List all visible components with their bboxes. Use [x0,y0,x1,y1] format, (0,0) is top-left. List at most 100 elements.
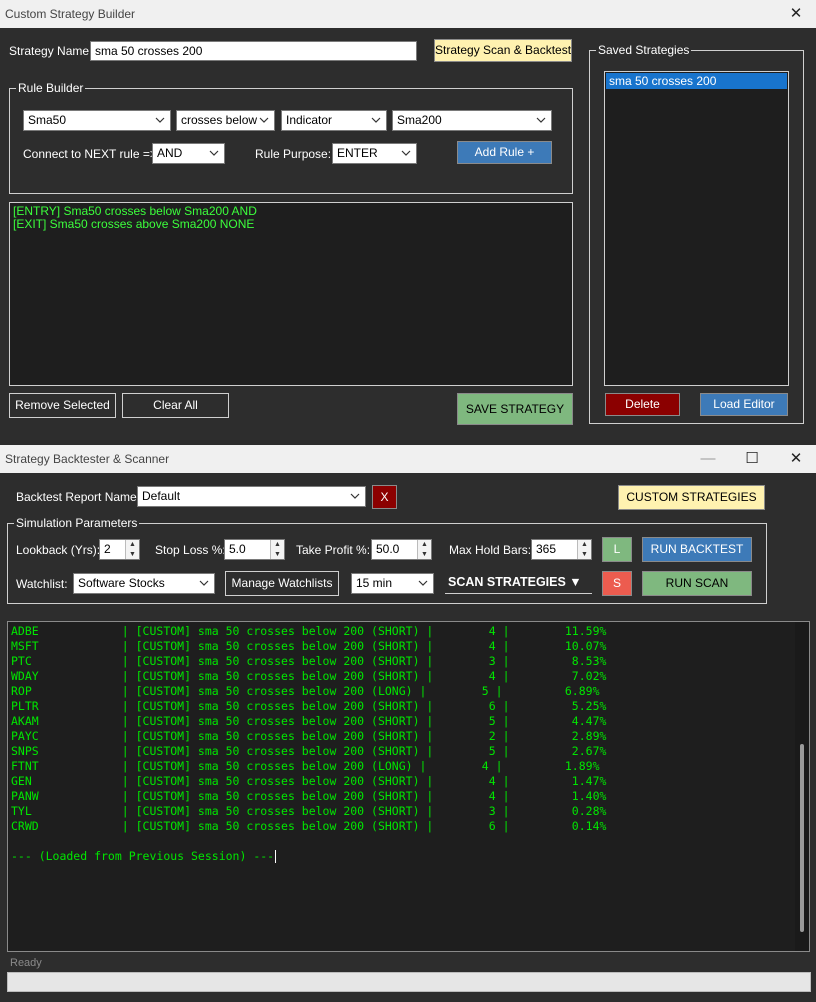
result-row: TYL | [CUSTOM] sma 50 crosses below 200 … [11,804,607,818]
stop-loss-stepper[interactable]: 5.0 ▲ ▼ [224,539,285,560]
lookback-value: 2 [104,542,111,556]
manage-watchlists-button[interactable]: Manage Watchlists [225,571,339,596]
operator-select[interactable]: crosses below [176,110,275,131]
rule-item[interactable]: [EXIT] Sma50 crosses above Sma200 NONE [13,218,569,231]
connect-select[interactable]: AND [152,143,225,164]
minimize-icon[interactable]: — [688,445,728,473]
spin-up-icon[interactable]: ▲ [578,540,591,550]
max-hold-value: 365 [536,542,557,556]
chevron-down-icon [209,150,219,156]
delete-button[interactable]: Delete [605,393,680,416]
stop-loss-value: 5.0 [229,542,246,556]
spin-buttons[interactable]: ▲ ▼ [577,540,591,559]
delete-report-button[interactable]: X [372,485,397,509]
interval-value: 15 min [356,576,393,590]
long-toggle-button[interactable]: L [602,537,632,562]
compare-type-value: Indicator [286,113,333,127]
chevron-down-icon [536,117,546,123]
purpose-label: Rule Purpose: [255,147,332,161]
saved-strategies-list[interactable]: sma 50 crosses 200 [604,71,789,386]
report-name-value: Default [142,489,181,503]
simulation-parameters-legend: Simulation Parameters [14,516,140,530]
blank-row [11,834,791,849]
compare-type-select[interactable]: Indicator [281,110,387,131]
rule-builder-legend: Rule Builder [16,81,86,95]
left-indicator-value: Sma50 [28,113,67,127]
clear-all-button[interactable]: Clear All [122,393,229,418]
spin-down-icon[interactable]: ▼ [126,550,139,560]
chevron-down-icon [418,580,428,586]
chevron-down-icon [350,493,360,499]
status-text: Ready [10,957,42,969]
run-backtest-button[interactable]: RUN BACKTEST [642,537,752,562]
lookback-stepper[interactable]: 2 ▲ ▼ [99,539,140,560]
session-note: --- (Loaded from Previous Session) --- [11,849,277,863]
right-indicator-select[interactable]: Sma200 [392,110,552,131]
chevron-down-icon [259,117,269,123]
chevron-down-icon [401,150,411,156]
left-indicator-select[interactable]: Sma50 [23,110,171,131]
close-icon[interactable]: ✕ [776,445,816,473]
chevron-down-icon [371,117,381,123]
watchlist-label: Watchlist: [16,577,68,591]
scan-strategies-dropdown[interactable]: SCAN STRATEGIES ▼ [445,572,592,594]
strategy-scan-backtest-button[interactable]: Strategy Scan & Backtest [434,39,572,62]
spin-up-icon[interactable]: ▲ [126,540,139,550]
spin-buttons[interactable]: ▲ ▼ [417,540,431,559]
take-profit-label: Take Profit %: [296,543,371,557]
add-rule-button[interactable]: Add Rule + [457,141,552,164]
take-profit-value: 50.0 [376,542,400,556]
spin-down-icon[interactable]: ▼ [578,550,591,560]
backtester-titlebar: Strategy Backtester & Scanner — ☐ ✕ [0,445,816,473]
results-console[interactable]: ADBE | [CUSTOM] sma 50 crosses below 200… [7,621,810,952]
spin-up-icon[interactable]: ▲ [271,540,284,550]
max-hold-stepper[interactable]: 365 ▲ ▼ [531,539,592,560]
result-row: PTC | [CUSTOM] sma 50 crosses below 200 … [11,654,607,668]
close-icon[interactable]: ✕ [776,0,816,28]
result-row: SNPS | [CUSTOM] sma 50 crosses below 200… [11,744,607,758]
lookback-label: Lookback (Yrs): [16,543,101,557]
text-cursor [275,850,277,863]
report-name-label: Backtest Report Name: [16,490,141,504]
stop-loss-label: Stop Loss %: [155,543,226,557]
builder-title: Custom Strategy Builder [5,7,136,21]
strategy-name-input[interactable]: sma 50 crosses 200 [90,41,417,61]
connect-value: AND [157,146,183,160]
builder-titlebar: Custom Strategy Builder ✕ [0,0,816,28]
save-strategy-button[interactable]: SAVE STRATEGY [457,393,573,425]
take-profit-stepper[interactable]: 50.0 ▲ ▼ [371,539,432,560]
maximize-icon[interactable]: ☐ [732,445,772,473]
report-name-select[interactable]: Default [137,486,366,507]
result-row: GEN | [CUSTOM] sma 50 crosses below 200 … [11,774,607,788]
spin-buttons[interactable]: ▲ ▼ [270,540,284,559]
custom-strategies-button[interactable]: CUSTOM STRATEGIES [618,485,765,510]
result-row: PAYC | [CUSTOM] sma 50 crosses below 200… [11,729,607,743]
chevron-down-icon [199,580,209,586]
max-hold-label: Max Hold Bars: [449,543,532,557]
saved-strategies-legend: Saved Strategies [596,43,692,57]
right-indicator-value: Sma200 [397,113,442,127]
spin-down-icon[interactable]: ▼ [418,550,431,560]
result-row: AKAM | [CUSTOM] sma 50 crosses below 200… [11,714,607,728]
console-scrollbar[interactable] [795,622,809,951]
spin-down-icon[interactable]: ▼ [271,550,284,560]
purpose-select[interactable]: ENTER [332,143,417,164]
load-editor-button[interactable]: Load Editor [700,393,788,416]
interval-select[interactable]: 15 min [351,573,434,594]
progress-bar [7,972,811,992]
result-row: PLTR | [CUSTOM] sma 50 crosses below 200… [11,699,607,713]
remove-selected-button[interactable]: Remove Selected [9,393,116,418]
run-scan-button[interactable]: RUN SCAN [642,571,752,596]
short-toggle-button[interactable]: S [602,571,632,596]
backtester-title: Strategy Backtester & Scanner [5,452,170,466]
rules-list[interactable]: [ENTRY] Sma50 crosses below Sma200 AND [… [9,202,573,386]
scrollbar-thumb[interactable] [800,744,804,932]
result-row: ADBE | [CUSTOM] sma 50 crosses below 200… [11,624,607,638]
spin-up-icon[interactable]: ▲ [418,540,431,550]
result-row: PANW | [CUSTOM] sma 50 crosses below 200… [11,789,607,803]
saved-strategy-item[interactable]: sma 50 crosses 200 [606,73,787,89]
watchlist-select[interactable]: Software Stocks [73,573,215,594]
purpose-value: ENTER [337,146,378,160]
result-row: MSFT | [CUSTOM] sma 50 crosses below 200… [11,639,607,653]
spin-buttons[interactable]: ▲ ▼ [125,540,139,559]
